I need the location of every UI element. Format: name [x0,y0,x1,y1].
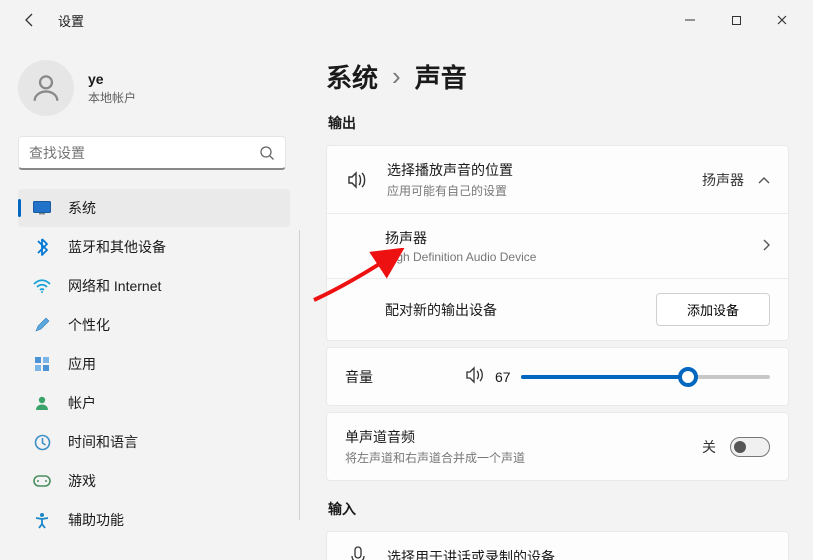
window-title: 设置 [58,11,84,30]
volume-icon[interactable] [465,366,485,387]
search-input[interactable] [29,145,259,161]
maximize-icon [731,15,742,26]
speaker-title: 扬声器 [385,228,762,248]
arrow-left-icon [22,12,38,28]
close-button[interactable] [759,4,805,36]
input-section-label: 输入 [328,499,789,519]
nav-personalization[interactable]: 个性化 [18,306,290,344]
chevron-up-icon [758,172,770,188]
display-icon [32,198,52,218]
gamepad-icon [32,471,52,491]
brush-icon [32,315,52,335]
toggle-knob [734,441,746,453]
choose-output-row[interactable]: 选择播放声音的位置 应用可能有自己的设置 扬声器 [327,146,788,213]
mono-title: 单声道音频 [345,427,702,447]
choose-output-subtitle: 应用可能有自己的设置 [387,182,702,199]
nav-system[interactable]: 系统 [18,189,290,227]
nav-label: 帐户 [68,393,96,413]
nav-label: 个性化 [68,315,110,335]
minimize-button[interactable] [667,4,713,36]
volume-slider[interactable] [521,375,770,379]
nav-label: 游戏 [68,471,96,491]
output-device-card: 选择播放声音的位置 应用可能有自己的设置 扬声器 扬声器 High Defini… [326,145,789,341]
volume-label: 音量 [345,367,465,387]
search-icon [259,145,275,161]
sidebar: ye 本地帐户 系统 蓝牙和其他设备 网络和 Internet [0,40,300,560]
content-area: 系统 › 声音 输出 选择播放声音的位置 应用可能有自己的设置 扬声器 [300,40,813,560]
titlebar: 设置 [0,0,813,40]
sidebar-divider [299,230,300,520]
account-icon [32,393,52,413]
mono-audio-card: 单声道音频 将左声道和右声道合并成一个声道 关 [326,412,789,481]
pair-output-title: 配对新的输出设备 [385,300,656,320]
bluetooth-icon [32,237,52,257]
nav-gaming[interactable]: 游戏 [18,462,290,500]
microphone-icon [345,546,371,560]
speaker-device-row[interactable]: 扬声器 High Definition Audio Device [327,213,788,278]
nav-label: 时间和语言 [68,432,138,452]
nav-accounts[interactable]: 帐户 [18,384,290,422]
add-device-button[interactable]: 添加设备 [656,293,770,326]
back-button[interactable] [18,8,42,32]
pair-output-row: 配对新的输出设备 添加设备 [327,278,788,340]
breadcrumb: 系统 › 声音 [326,58,789,95]
output-section-label: 输出 [328,113,789,133]
nav-label: 系统 [68,198,96,218]
volume-value: 67 [495,369,511,385]
wifi-icon [32,276,52,296]
chevron-right-icon [762,238,770,254]
breadcrumb-separator: › [392,61,401,92]
breadcrumb-parent[interactable]: 系统 [326,58,378,95]
mono-subtitle: 将左声道和右声道合并成一个声道 [345,449,702,466]
nav-bluetooth[interactable]: 蓝牙和其他设备 [18,228,290,266]
search-box[interactable] [18,136,286,170]
mono-toggle[interactable] [730,437,770,457]
choose-input-title: 选择用于讲话或录制的设备 [387,547,770,560]
volume-row: 音量 67 [327,348,788,405]
window-controls [667,4,805,36]
nav-label: 网络和 Internet [68,276,161,296]
nav-network[interactable]: 网络和 Internet [18,267,290,305]
nav-apps[interactable]: 应用 [18,345,290,383]
user-profile[interactable]: ye 本地帐户 [12,54,296,130]
minimize-icon [684,14,696,26]
nav-accessibility[interactable]: 辅助功能 [18,501,290,539]
nav-list: 系统 蓝牙和其他设备 网络和 Internet 个性化 应用 帐户 [12,188,296,560]
apps-icon [32,354,52,374]
speaker-sound-icon [345,170,371,190]
user-name: ye [88,71,136,87]
mono-state-label: 关 [702,437,716,457]
mono-audio-row[interactable]: 单声道音频 将左声道和右声道合并成一个声道 关 [327,413,788,480]
avatar [18,60,74,116]
nav-label: 辅助功能 [68,510,124,530]
slider-thumb[interactable] [678,367,698,387]
clock-globe-icon [32,432,52,452]
maximize-button[interactable] [713,4,759,36]
choose-output-title: 选择播放声音的位置 [387,160,702,180]
input-device-card: 选择用于讲话或录制的设备 [326,531,789,560]
breadcrumb-current: 声音 [415,58,467,95]
speaker-subtitle: High Definition Audio Device [385,250,762,264]
choose-output-value: 扬声器 [702,170,744,190]
slider-fill [521,375,688,379]
person-icon [29,71,63,105]
nav-label: 应用 [68,354,96,374]
nav-time-language[interactable]: 时间和语言 [18,423,290,461]
user-subtitle: 本地帐户 [88,89,136,106]
close-icon [776,14,788,26]
nav-label: 蓝牙和其他设备 [68,237,166,257]
accessibility-icon [32,510,52,530]
volume-card: 音量 67 [326,347,789,406]
choose-input-row[interactable]: 选择用于讲话或录制的设备 [327,532,788,560]
